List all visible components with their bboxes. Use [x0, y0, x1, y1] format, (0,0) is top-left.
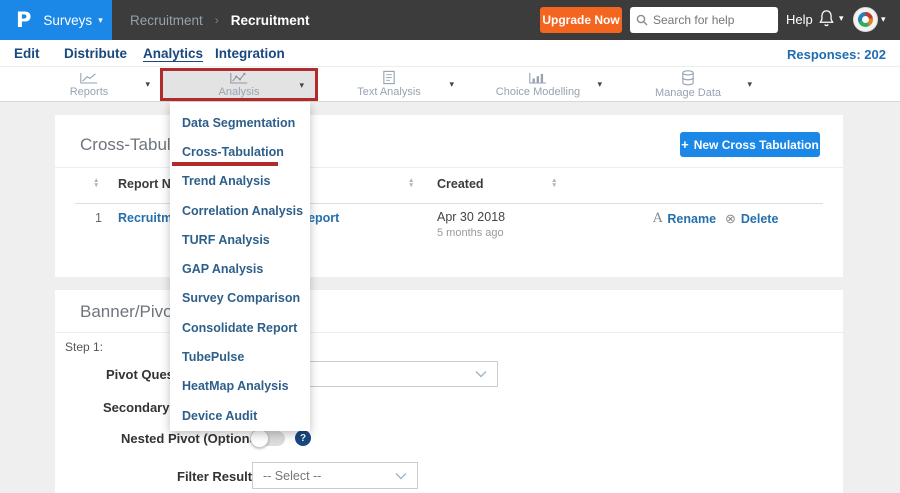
- toolbar-item-manage-data[interactable]: Manage Data ▾: [614, 68, 762, 100]
- logo-block[interactable]: P Surveys ▾: [0, 0, 112, 40]
- notifications-menu[interactable]: ▾: [818, 9, 844, 28]
- rename-action[interactable]: A Rename: [653, 211, 716, 226]
- toolbar-item-choice-modelling[interactable]: Choice Modelling ▾: [466, 68, 610, 100]
- account-menu[interactable]: ▾: [853, 7, 886, 32]
- database-icon: [681, 69, 695, 86]
- nested-pivot-label: Nested Pivot (Optional): [121, 431, 265, 446]
- toolbar-item-text-analysis[interactable]: Text Analysis ▾: [318, 68, 460, 100]
- menu-item-consolidate-report[interactable]: Consolidate Report: [170, 313, 310, 342]
- annotation-cross-tabulation-underline: [172, 162, 278, 166]
- bar-chart-icon: [528, 71, 548, 85]
- new-cross-tabulation-button[interactable]: + New Cross Tabulation: [680, 132, 820, 157]
- breadcrumb-separator-icon: ›: [214, 13, 219, 27]
- rename-icon: A: [653, 211, 663, 226]
- toolbar-item-label: Manage Data: [654, 86, 722, 99]
- chevron-down-icon[interactable]: ▾: [145, 79, 150, 90]
- column-header-created[interactable]: Created: [437, 177, 484, 191]
- chevron-down-icon[interactable]: ▾: [597, 79, 602, 90]
- toolbar-item-label: Choice Modelling: [495, 85, 581, 98]
- upgrade-now-button[interactable]: Upgrade Now: [540, 7, 622, 33]
- top-bar: P Surveys ▾ Recruitment › Recruitment Up…: [0, 0, 900, 40]
- menu-item-trend-analysis[interactable]: Trend Analysis: [170, 167, 310, 196]
- nav-item-integration[interactable]: Integration: [215, 46, 285, 61]
- delete-circle-x-icon: ⊗: [725, 211, 736, 226]
- nested-pivot-toggle[interactable]: [250, 429, 285, 448]
- document-icon: [382, 70, 396, 85]
- sort-icon[interactable]: ▲ ▼: [551, 177, 557, 189]
- row-index: 1: [95, 211, 102, 225]
- help-link[interactable]: Help: [786, 12, 813, 27]
- responses-count-link[interactable]: Responses: 202: [787, 47, 886, 62]
- new-cross-tabulation-label: New Cross Tabulation: [693, 137, 819, 152]
- app-window: P Surveys ▾ Recruitment › Recruitment Up…: [0, 0, 900, 493]
- menu-item-survey-comparison[interactable]: Survey Comparison: [170, 284, 310, 313]
- menu-item-tubepulse[interactable]: TubePulse: [170, 342, 310, 371]
- chevron-down-icon[interactable]: ▾: [299, 80, 304, 91]
- help-question-icon[interactable]: ?: [295, 430, 311, 446]
- rename-label: Rename: [667, 211, 717, 226]
- filter-result-label: Filter Result: [177, 469, 253, 484]
- toolbar-item-analysis[interactable]: Analysis ▾: [160, 69, 318, 100]
- menu-item-correlation-analysis[interactable]: Correlation Analysis: [170, 196, 310, 225]
- menu-item-data-segmentation[interactable]: Data Segmentation: [170, 108, 310, 137]
- sort-icon[interactable]: ▲ ▼: [93, 177, 99, 189]
- questionpro-logo-icon: P: [16, 8, 32, 32]
- nav-item-edit[interactable]: Edit: [14, 46, 40, 61]
- surveys-menu-label: Surveys: [43, 12, 93, 28]
- menu-item-device-audit[interactable]: Device Audit: [170, 401, 310, 430]
- line-chart-icon: [79, 71, 99, 85]
- chevron-down-icon: [475, 371, 487, 378]
- menu-item-gap-analysis[interactable]: GAP Analysis: [170, 254, 310, 283]
- menu-item-heatmap-analysis[interactable]: HeatMap Analysis: [170, 372, 310, 401]
- toolbar-item-label: Analysis: [218, 86, 260, 98]
- created-date: Apr 30 2018: [437, 210, 506, 224]
- created-ago: 5 months ago: [437, 227, 504, 239]
- chevron-down-icon[interactable]: ▾: [747, 79, 752, 90]
- breadcrumb-parent[interactable]: Recruitment: [130, 13, 203, 28]
- chevron-down-icon[interactable]: ▾: [449, 79, 454, 90]
- sort-icon[interactable]: ▲ ▼: [408, 177, 414, 189]
- delete-label: Delete: [740, 212, 779, 226]
- toolbar-item-label: Text Analysis: [357, 86, 421, 98]
- filter-result-value: -- Select --: [263, 468, 322, 483]
- breadcrumb-current: Recruitment: [230, 12, 310, 28]
- step-label: Step 1:: [65, 340, 104, 354]
- toolbar-item-label: Reports: [69, 85, 109, 98]
- bell-icon: [818, 9, 835, 28]
- avatar: [853, 7, 878, 32]
- plus-icon: +: [681, 137, 689, 152]
- analysis-chart-icon: [229, 71, 249, 85]
- chevron-down-icon: ▾: [881, 14, 886, 24]
- surveys-menu[interactable]: Surveys ▾: [43, 13, 102, 28]
- analysis-dropdown-menu: Data Segmentation Cross-Tabulation Trend…: [170, 102, 310, 431]
- filter-result-select[interactable]: -- Select --: [252, 462, 418, 489]
- help-search-input[interactable]: [653, 13, 763, 27]
- chevron-down-icon: [395, 472, 407, 479]
- delete-action[interactable]: ⊗ Delete: [725, 211, 778, 227]
- menu-item-turf-analysis[interactable]: TURF Analysis: [170, 225, 310, 254]
- survey-nav: Edit Distribute Analytics Integration Re…: [0, 40, 900, 67]
- nav-item-analytics[interactable]: Analytics: [143, 46, 203, 61]
- toolbar-item-reports[interactable]: Reports ▾: [20, 68, 158, 100]
- help-search-box[interactable]: [630, 7, 778, 33]
- search-icon: [636, 14, 648, 26]
- chevron-down-icon: ▾: [98, 14, 103, 25]
- toggle-knob: [250, 429, 269, 448]
- analytics-toolbar: Reports ▾ Text Analysis ▾ Choice Modelli…: [0, 67, 900, 102]
- nav-item-distribute[interactable]: Distribute: [64, 46, 127, 61]
- chevron-down-icon: ▾: [839, 13, 844, 23]
- breadcrumb: Recruitment › Recruitment: [130, 0, 310, 40]
